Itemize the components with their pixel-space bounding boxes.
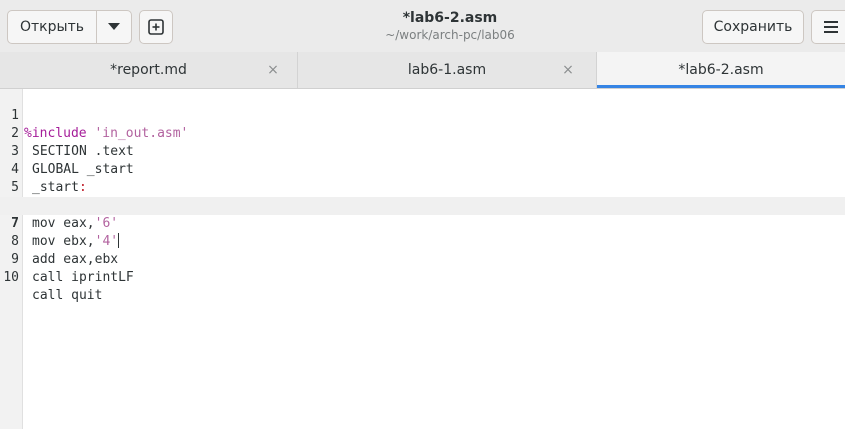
close-icon[interactable]: × <box>559 61 577 79</box>
active-tab-indicator <box>597 85 845 88</box>
tab-bar: *report.md × lab6-1.asm × *lab6-2.asm <box>0 52 845 89</box>
code-line[interactable]: 1 %include 'in_out.asm' <box>0 89 845 141</box>
new-tab-icon <box>148 19 164 35</box>
tab-lab6-2-asm[interactable]: *lab6-2.asm <box>597 52 845 88</box>
line-code: call iprintLF <box>32 270 134 285</box>
hamburger-menu-icon <box>823 21 838 33</box>
window-title-block: *lab6-2.asm ~/work/arch-pc/lab06 <box>300 9 600 43</box>
save-button-label: Сохранить <box>713 19 793 35</box>
header-bar: Открыть *lab6-2.asm ~/work/arch-pc/lab06… <box>0 0 845 53</box>
code-line[interactable]: 10 call quit <box>0 251 845 303</box>
open-button[interactable]: Открыть <box>7 10 97 44</box>
save-button[interactable]: Сохранить <box>702 10 804 44</box>
code-line[interactable]: 6 mov eax,'6' <box>0 179 845 231</box>
new-tab-button[interactable] <box>139 10 173 44</box>
open-menu-button[interactable] <box>96 10 132 44</box>
chevron-down-icon <box>108 23 120 30</box>
code-editor[interactable]: 1 %include 'in_out.asm' 2 SECTION .text … <box>0 89 845 429</box>
code-line[interactable]: 2 SECTION .text <box>0 107 845 159</box>
close-icon[interactable]: × <box>264 61 282 79</box>
code-line[interactable]: 8 add eax,ebx <box>0 215 845 267</box>
code-line-current[interactable]: 7 mov ebx,'4' <box>0 197 845 249</box>
tab-label: *report.md <box>110 62 187 78</box>
window-subtitle: ~/work/arch-pc/lab06 <box>385 28 515 42</box>
window-title: *lab6-2.asm <box>402 10 498 26</box>
text-editor-window: Открыть *lab6-2.asm ~/work/arch-pc/lab06… <box>0 0 845 429</box>
line-number: 10 <box>3 270 19 285</box>
tab-report-md[interactable]: *report.md × <box>0 52 298 88</box>
code-line[interactable]: 3 GLOBAL _start <box>0 125 845 177</box>
tab-label: *lab6-2.asm <box>678 62 764 78</box>
tab-lab6-1-asm[interactable]: lab6-1.asm × <box>298 52 597 88</box>
open-button-label: Открыть <box>20 19 84 35</box>
code-line[interactable]: 5 <box>0 161 845 195</box>
code-line[interactable]: 4 _start: <box>0 143 845 195</box>
tab-label: lab6-1.asm <box>407 62 487 78</box>
main-menu-button[interactable] <box>811 10 845 44</box>
line-code: call quit <box>32 288 103 303</box>
code-line[interactable]: 9 call iprintLF <box>0 233 845 285</box>
